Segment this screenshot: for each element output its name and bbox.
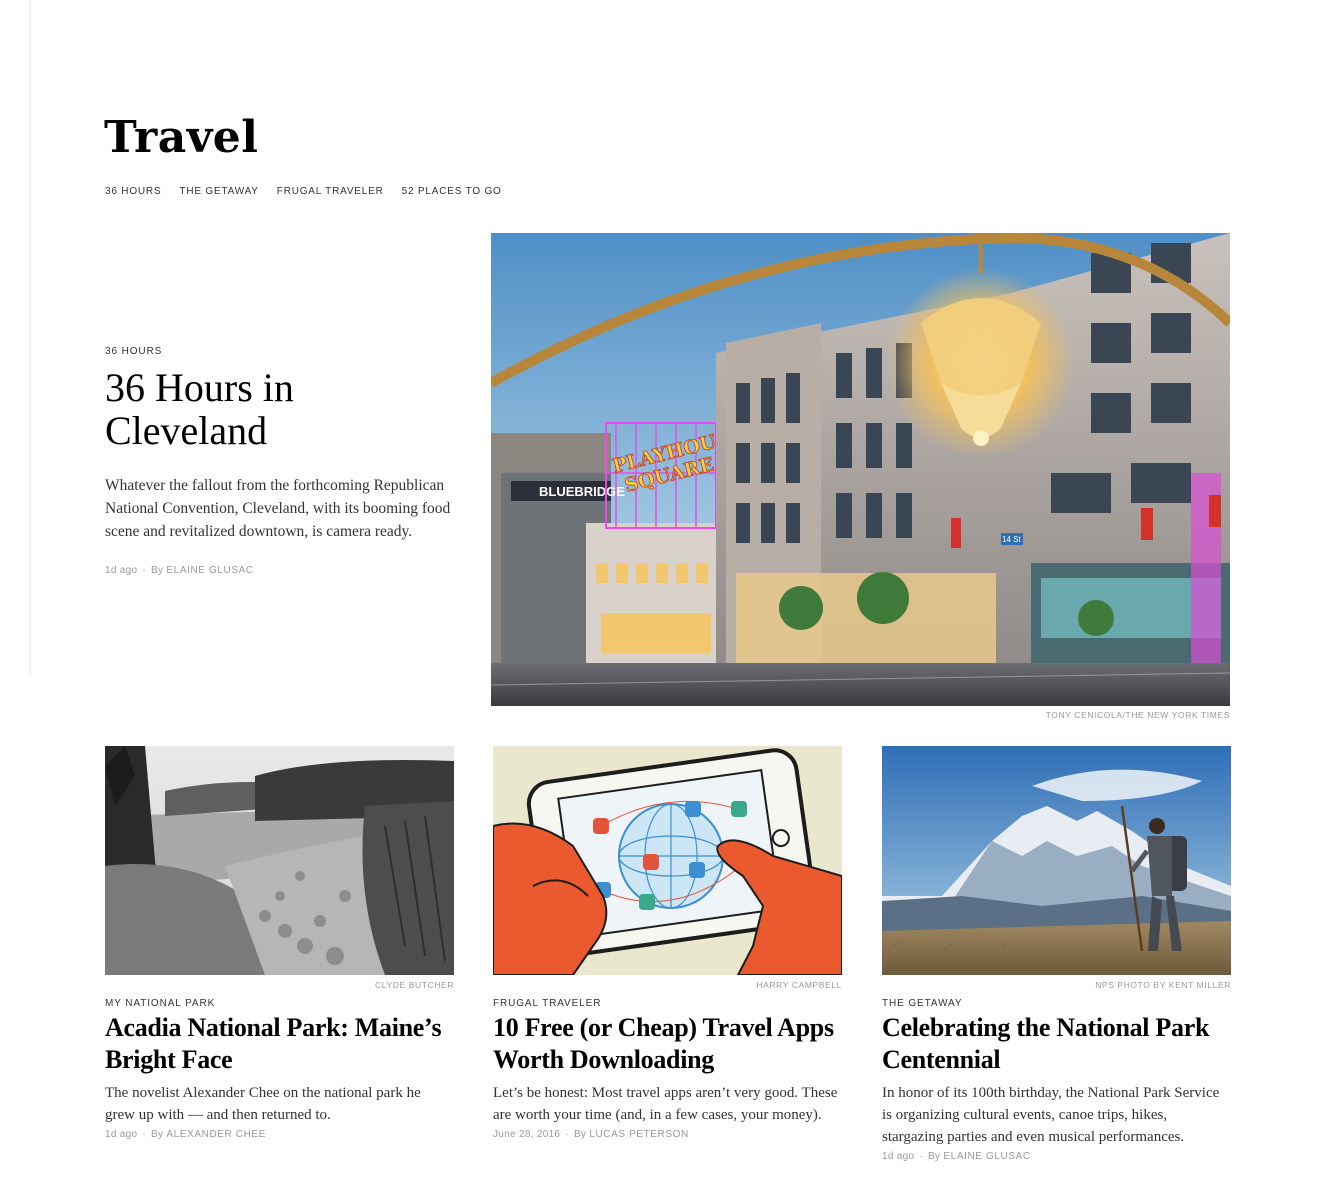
card-by: By [151,1129,164,1140]
bluebridge-sign: BLUEBRIDGE [539,484,625,499]
card-author[interactable]: LUCAS PETERSON [589,1129,689,1140]
card-summary: The novelist Alexander Chee on the natio… [105,1085,421,1123]
card-timestamp: June 28, 2016 [493,1129,561,1140]
byline-separator: · [565,1129,569,1140]
card-timestamp: 1d ago [105,1129,138,1140]
section-title[interactable]: Travel [104,112,259,163]
left-edge-shadow [0,0,31,675]
lead-byline: 1d ago · By ELAINE GLUSAC [105,565,455,576]
card-credit: HARRY CAMPBELL [756,980,842,990]
card-byline: 1d ago · By ALEXANDER CHEE [105,1129,454,1140]
cleveland-playhouse-square-photo: BLUEBRIDGE PLAYHOUSE SQUARE 14 St [491,233,1230,706]
story-card-travel-apps: HARRY CAMPBELL FRUGAL TRAVELER 10 Free (… [493,746,842,1140]
card-by: By [928,1151,941,1162]
byline-separator: · [919,1151,924,1162]
lead-timestamp: 1d ago [105,565,138,576]
card-headline[interactable]: 10 Free (or Cheap) Travel Apps Worth Dow… [493,1012,842,1076]
subnav-link-the-getaway[interactable]: THE GETAWAY [179,186,258,197]
lead-headline[interactable]: 36 Hours in Cleveland [105,366,365,452]
section-subnav: 36 HOURS THE GETAWAY FRUGAL TRAVELER 52 … [105,186,502,197]
subnav-link-36-hours[interactable]: 36 HOURS [105,186,161,197]
card-kicker[interactable]: FRUGAL TRAVELER [493,998,842,1009]
lead-image-credit: TONY CENICOLA/THE NEW YORK TIMES [1045,710,1230,720]
card-author[interactable]: ALEXANDER CHEE [166,1129,266,1140]
travel-apps-illustration [493,746,842,975]
card-headline[interactable]: Celebrating the National Park Centennial [882,1012,1231,1076]
card-image-acadia[interactable] [105,746,454,975]
lead-kicker[interactable]: 36 HOURS [105,346,455,357]
card-author[interactable]: ELAINE GLUSAC [943,1151,1030,1162]
card-kicker[interactable]: THE GETAWAY [882,998,1231,1009]
story-card-park-centennial: NPS PHOTO BY KENT MILLER THE GETAWAY Cel… [882,746,1231,1162]
acadia-coast-photo [105,746,454,975]
lead-image[interactable]: BLUEBRIDGE PLAYHOUSE SQUARE 14 St [491,233,1230,706]
card-byline: 1d ago · By ELAINE GLUSAC [882,1151,1231,1162]
card-credit: NPS PHOTO BY KENT MILLER [1095,980,1231,990]
byline-separator: · [142,1129,147,1140]
card-timestamp: 1d ago [882,1151,915,1162]
subnav-link-52-places[interactable]: 52 PLACES TO GO [402,186,502,197]
card-image-travel-apps[interactable] [493,746,842,975]
subnav-link-frugal-traveler[interactable]: FRUGAL TRAVELER [277,186,384,197]
card-summary: In honor of its 100th birthday, the Nati… [882,1085,1220,1145]
lead-summary: Whatever the fallout from the forthcomin… [105,477,451,540]
lead-author[interactable]: ELAINE GLUSAC [166,565,253,576]
card-summary: Let’s be honest: Most travel apps aren’t… [493,1085,838,1123]
denali-hiker-photo [882,746,1231,975]
card-credit: CLYDE BUTCHER [375,980,454,990]
card-byline: June 28, 2016 · By LUCAS PETERSON [493,1129,842,1140]
card-by: By [573,1129,587,1140]
street-sign: 14 St [1002,535,1021,544]
lead-by: By [151,565,164,576]
lead-story: 36 HOURS 36 Hours in Cleveland Whatever … [105,346,455,576]
card-image-park-centennial[interactable] [882,746,1231,975]
card-kicker[interactable]: MY NATIONAL PARK [105,998,454,1009]
card-headline[interactable]: Acadia National Park: Maine’s Bright Fac… [105,1012,454,1076]
story-card-acadia: CLYDE BUTCHER MY NATIONAL PARK Acadia Na… [105,746,454,1140]
byline-separator: · [142,565,147,576]
